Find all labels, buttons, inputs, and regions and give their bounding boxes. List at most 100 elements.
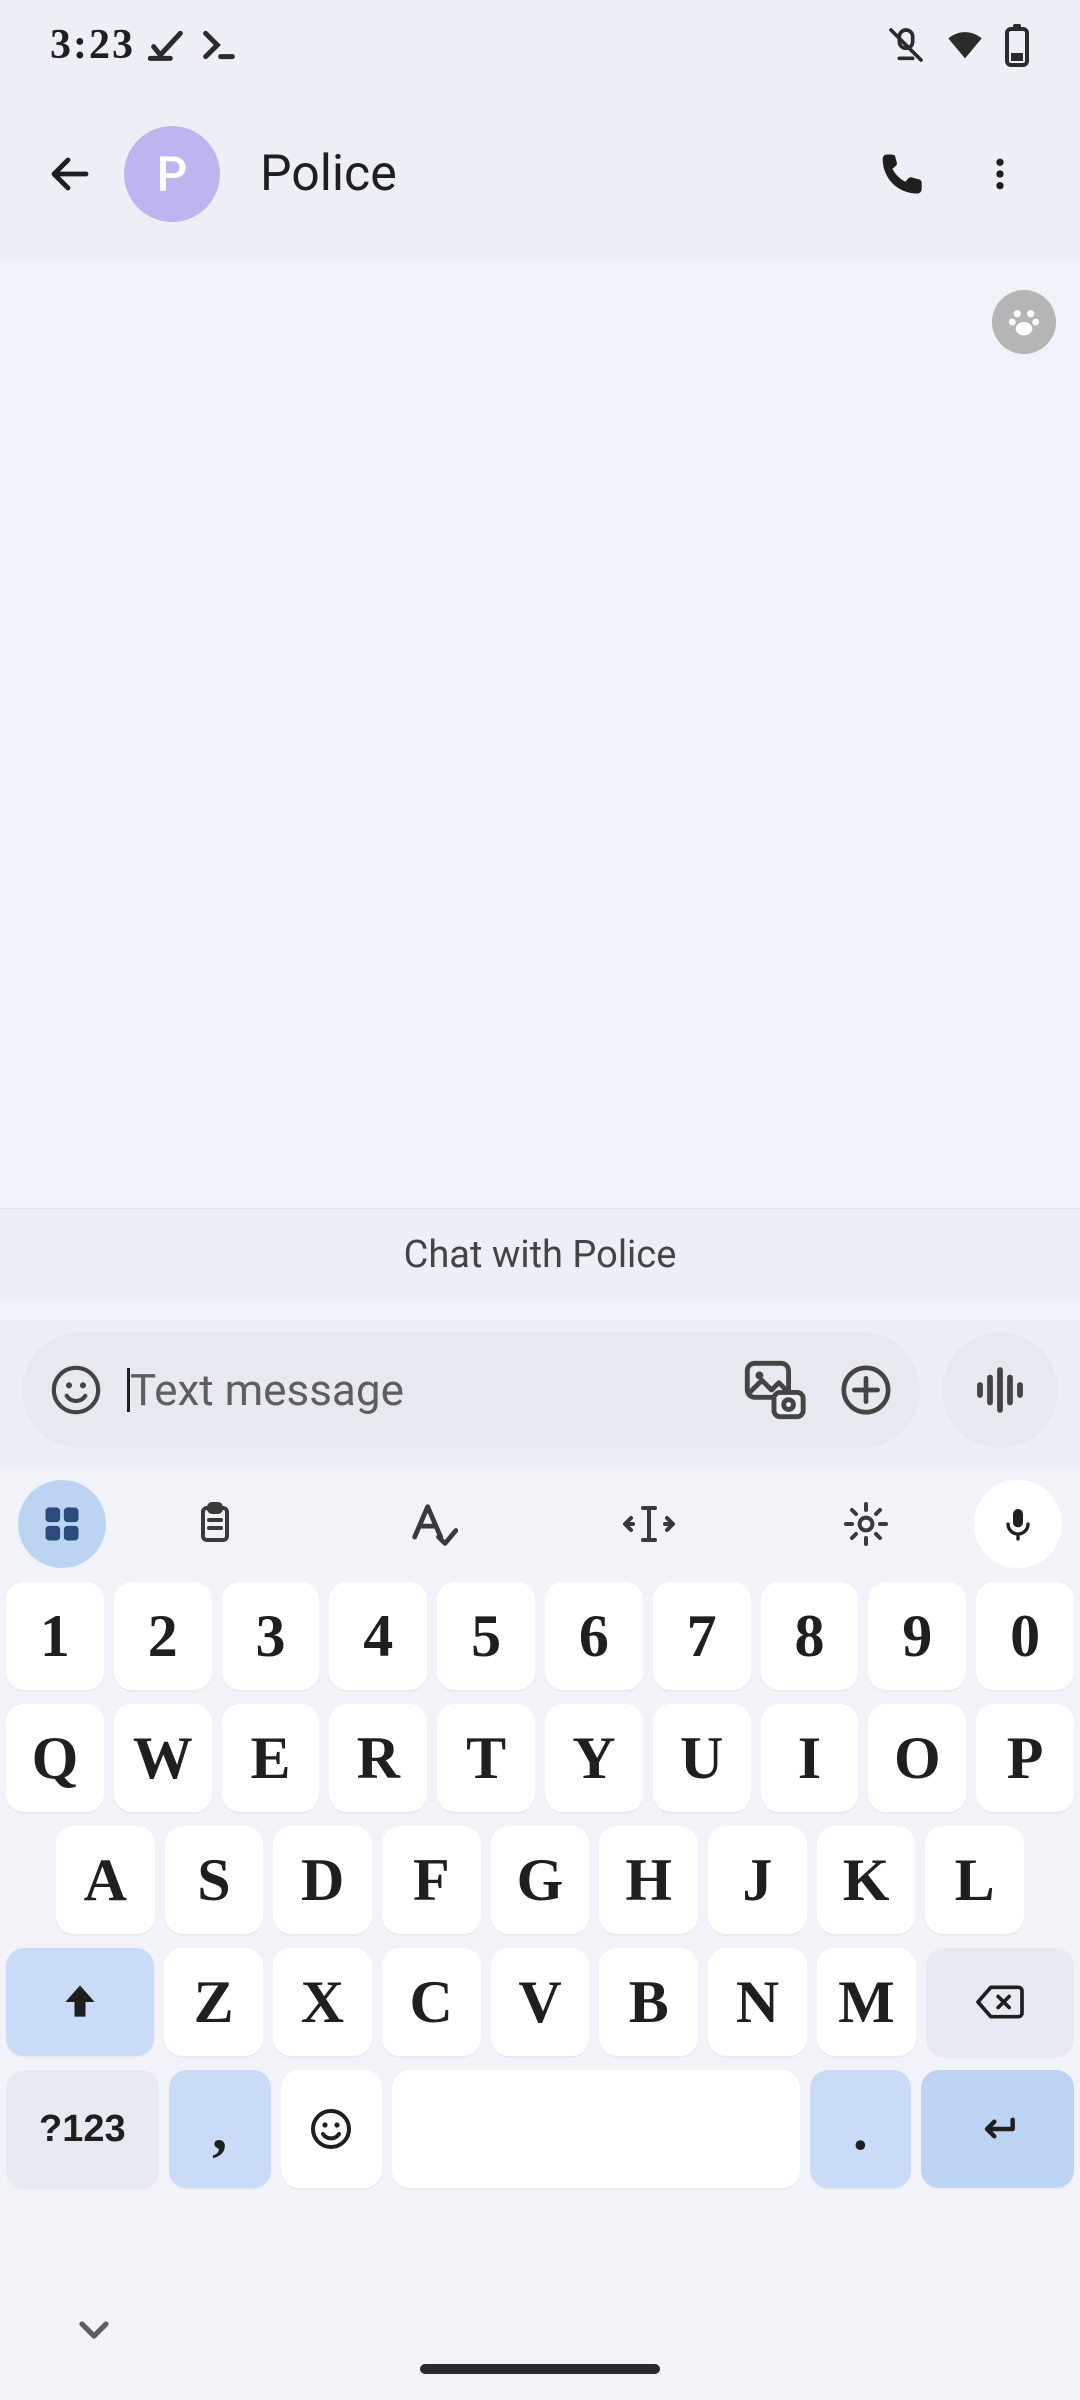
key-v[interactable]: V — [491, 1948, 590, 2056]
key-5[interactable]: 5 — [437, 1582, 535, 1690]
clipboard-icon — [191, 1500, 239, 1548]
key-m[interactable]: M — [817, 1948, 916, 2056]
key-shift[interactable] — [6, 1948, 154, 2056]
key-g[interactable]: G — [491, 1826, 590, 1934]
key-n[interactable]: N — [708, 1948, 807, 2056]
key-symbols[interactable]: ?123 — [6, 2070, 159, 2188]
kb-settings-button[interactable] — [757, 1480, 974, 1568]
key-d[interactable]: D — [273, 1826, 372, 1934]
key-period[interactable]: . — [810, 2070, 912, 2188]
key-9[interactable]: 9 — [868, 1582, 966, 1690]
key-3[interactable]: 3 — [222, 1582, 320, 1690]
call-button[interactable] — [850, 124, 950, 224]
key-k[interactable]: K — [817, 1826, 916, 1934]
message-input[interactable]: Text message — [130, 1364, 740, 1416]
key-6[interactable]: 6 — [545, 1582, 643, 1690]
waveform-icon — [970, 1360, 1030, 1420]
kb-cursor-button[interactable] — [540, 1480, 757, 1568]
chat-banner-text: Chat with Police — [404, 1233, 677, 1277]
key-enter[interactable] — [921, 2070, 1074, 2188]
grid-icon — [40, 1502, 84, 1546]
key-w[interactable]: W — [114, 1704, 212, 1812]
kb-row-numbers: 1 2 3 4 5 6 7 8 9 0 — [6, 1582, 1074, 1690]
kb-row-4: ?123 , . — [6, 2070, 1074, 2188]
contact-name[interactable]: Police — [260, 145, 850, 203]
key-7[interactable]: 7 — [653, 1582, 751, 1690]
emoji-button[interactable] — [48, 1362, 104, 1418]
phone-icon — [874, 148, 926, 200]
avatar-letter: P — [157, 146, 188, 203]
key-c[interactable]: C — [382, 1948, 481, 2056]
battery-icon — [1004, 23, 1030, 67]
key-o[interactable]: O — [868, 1704, 966, 1812]
key-q[interactable]: Q — [6, 1704, 104, 1812]
emoji-icon — [307, 2105, 355, 2153]
key-0[interactable]: 0 — [976, 1582, 1074, 1690]
key-j[interactable]: J — [708, 1826, 807, 1934]
backspace-icon — [972, 1980, 1028, 2024]
key-backspace[interactable] — [926, 1948, 1074, 2056]
kb-grid-button[interactable] — [18, 1480, 106, 1568]
key-a[interactable]: A — [56, 1826, 155, 1934]
app-bar: P Police — [0, 90, 1080, 258]
chevron-down-icon — [70, 2306, 118, 2354]
key-p[interactable]: P — [976, 1704, 1074, 1812]
contact-avatar[interactable]: P — [124, 126, 220, 222]
add-attachment-button[interactable] — [838, 1362, 894, 1418]
key-u[interactable]: U — [653, 1704, 751, 1812]
terminal-icon — [199, 25, 239, 65]
kb-font-button[interactable] — [323, 1480, 540, 1568]
more-vert-icon — [980, 150, 1020, 198]
mute-icon — [886, 25, 926, 65]
key-4[interactable]: 4 — [329, 1582, 427, 1690]
gear-icon — [842, 1500, 890, 1548]
more-options-button[interactable] — [950, 124, 1050, 224]
back-arrow-icon — [46, 150, 94, 198]
gallery-button[interactable] — [740, 1356, 808, 1424]
key-b[interactable]: B — [599, 1948, 698, 2056]
key-comma[interactable]: , — [169, 2070, 271, 2188]
status-right — [886, 23, 1030, 67]
key-t[interactable]: T — [437, 1704, 535, 1812]
chat-banner: Chat with Police — [0, 1208, 1080, 1300]
chat-area[interactable]: 3:16 PM — [0, 258, 1080, 1320]
key-f[interactable]: F — [382, 1826, 481, 1934]
back-button[interactable] — [30, 134, 110, 214]
kb-mic-button[interactable] — [974, 1480, 1062, 1568]
hide-keyboard-button[interactable] — [70, 2306, 118, 2354]
key-space[interactable] — [392, 2070, 799, 2188]
key-8[interactable]: 8 — [761, 1582, 859, 1690]
check-icon — [147, 25, 187, 65]
shift-icon — [58, 1980, 102, 2024]
mic-icon — [998, 1500, 1038, 1548]
kb-row-1: Q W E R T Y U I O P — [6, 1704, 1074, 1812]
status-time: 3:23 — [50, 21, 135, 69]
key-x[interactable]: X — [273, 1948, 372, 2056]
wifi-icon — [944, 25, 986, 65]
key-1[interactable]: 1 — [6, 1582, 104, 1690]
font-check-icon — [406, 1498, 458, 1550]
key-h[interactable]: H — [599, 1826, 698, 1934]
nav-handle[interactable] — [420, 2364, 660, 2374]
key-e[interactable]: E — [222, 1704, 320, 1812]
key-l[interactable]: L — [925, 1826, 1024, 1934]
kb-row-2: A S D F G H J K L — [6, 1826, 1074, 1934]
keyboard-rows: 1 2 3 4 5 6 7 8 9 0 Q W E R T Y U I O P … — [0, 1578, 1080, 2188]
kb-row-3: Z X C V B N M — [6, 1948, 1074, 2056]
text-cursor-icon — [621, 1500, 677, 1548]
paw-icon — [1004, 302, 1044, 342]
key-emoji[interactable] — [281, 2070, 383, 2188]
kb-clipboard-button[interactable] — [106, 1480, 323, 1568]
voice-message-button[interactable] — [942, 1332, 1058, 1448]
profile-badge-button[interactable] — [992, 290, 1056, 354]
key-y[interactable]: Y — [545, 1704, 643, 1812]
key-z[interactable]: Z — [164, 1948, 263, 2056]
gallery-icon — [740, 1356, 808, 1424]
key-i[interactable]: I — [761, 1704, 859, 1812]
key-2[interactable]: 2 — [114, 1582, 212, 1690]
key-s[interactable]: S — [165, 1826, 264, 1934]
enter-icon — [972, 2107, 1024, 2151]
compose-pill: Text message — [22, 1332, 920, 1448]
key-r[interactable]: R — [329, 1704, 427, 1812]
plus-circle-icon — [838, 1362, 894, 1418]
